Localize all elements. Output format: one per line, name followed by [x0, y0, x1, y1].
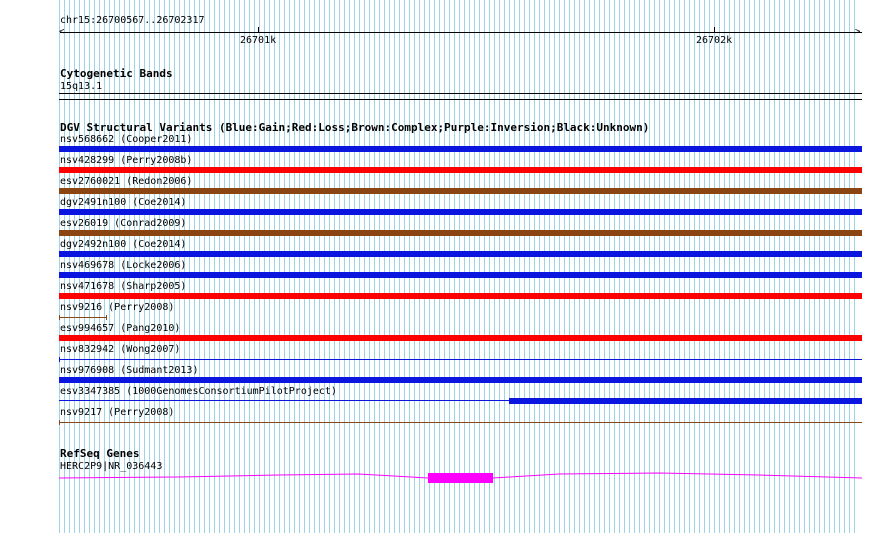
variant-label[interactable]: nsv976908 (Sudmant2013) [60, 365, 198, 376]
variant-label[interactable]: esv2760021 (Redon2006) [60, 176, 192, 187]
ruler-tick-label: 26701k [240, 35, 277, 46]
scroll-right-arrow-icon[interactable]: > [855, 28, 860, 37]
variant-end-tick [106, 315, 107, 320]
variant-label[interactable]: esv3347385 (1000GenomesConsortiumPilotPr… [60, 386, 337, 397]
gene-label[interactable]: HERC2P9|NR_036443 [60, 461, 162, 472]
variant-label[interactable]: dgv2491n100 (Coe2014) [60, 197, 186, 208]
ruler-tick [258, 27, 259, 33]
variant-label[interactable]: nsv471678 (Sharp2005) [60, 281, 186, 292]
variant-label[interactable]: nsv568662 (Cooper2011) [60, 134, 192, 145]
refseq-track-title[interactable]: RefSeq Genes [60, 448, 139, 460]
dgv-track-title[interactable]: DGV Structural Variants (Blue:Gain;Red:L… [60, 122, 649, 134]
variant-feature-bar[interactable] [59, 251, 862, 257]
variant-feature-bar[interactable] [59, 209, 862, 215]
ruler-tick-label: 26702k [696, 35, 733, 46]
variant-label[interactable]: esv26019 (Conrad2009) [60, 218, 186, 229]
variant-feature-bar[interactable] [59, 146, 862, 152]
variant-label[interactable]: nsv469678 (Locke2006) [60, 260, 186, 271]
cytoband-outline-bottom [59, 99, 862, 100]
variant-connector-line [59, 400, 509, 401]
variant-label[interactable]: nsv428299 (Perry2008b) [60, 155, 192, 166]
cytoband-track-title[interactable]: Cytogenetic Bands [60, 68, 173, 80]
variant-feature-line[interactable] [59, 359, 862, 360]
variant-end-tick [59, 420, 60, 425]
variant-label[interactable]: dgv2492n100 (Coe2014) [60, 239, 186, 250]
genome-browser-view: chr15:26700567..26702317 < > 26701k 2670… [0, 0, 890, 533]
location-label: chr15:26700567..26702317 [60, 15, 205, 26]
variant-end-tick [59, 357, 60, 362]
refseq-gene-feature[interactable] [59, 472, 862, 486]
ruler-tick [714, 27, 715, 33]
variant-feature-line[interactable] [59, 317, 107, 318]
variant-feature-bar[interactable] [59, 293, 862, 299]
variant-label[interactable]: nsv832942 (Wong2007) [60, 344, 180, 355]
variant-feature-line[interactable] [59, 422, 862, 423]
scroll-left-arrow-icon[interactable]: < [59, 28, 64, 37]
variant-label[interactable]: nsv9216 (Perry2008) [60, 302, 174, 313]
ruler-axis [60, 32, 862, 33]
variant-feature-bar[interactable] [59, 377, 862, 383]
cytoband-outline-top [59, 93, 862, 94]
variant-feature-bar[interactable] [59, 167, 862, 173]
variant-end-tick [59, 315, 60, 320]
variant-label[interactable]: esv994657 (Pang2010) [60, 323, 180, 334]
variant-feature-bar[interactable] [59, 188, 862, 194]
variant-feature-bar[interactable] [59, 272, 862, 278]
cytoband-label: 15q13.1 [60, 81, 103, 92]
variant-feature-bar[interactable] [509, 398, 862, 404]
variant-label[interactable]: nsv9217 (Perry2008) [60, 407, 174, 418]
gene-exon-block[interactable] [428, 473, 493, 483]
variant-feature-bar[interactable] [59, 335, 862, 341]
variant-feature-bar[interactable] [59, 230, 862, 236]
